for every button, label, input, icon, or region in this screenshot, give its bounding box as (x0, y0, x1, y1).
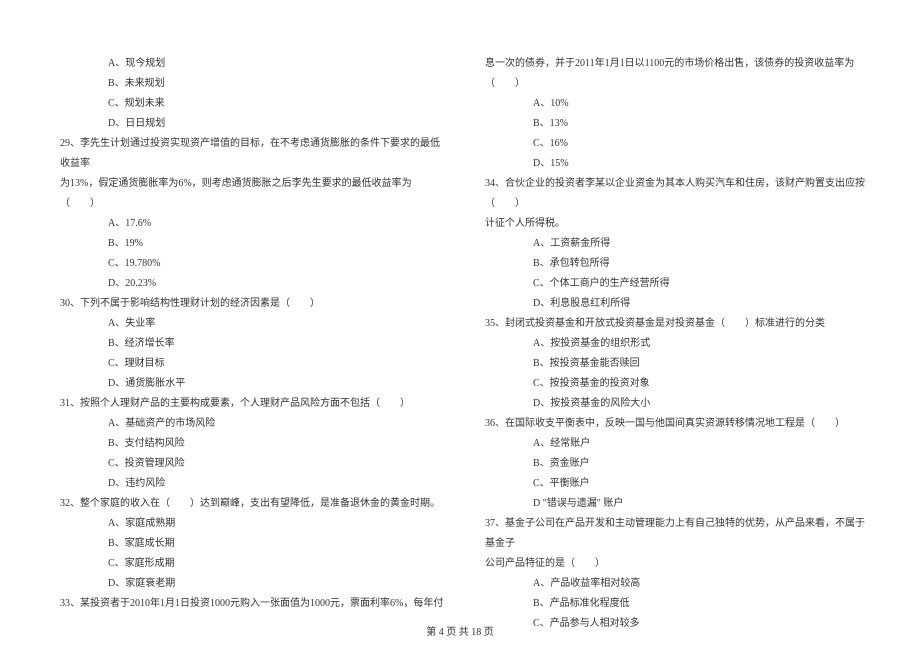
q36-line: 36、在国际收支平衡表中，反映一国与他国间真实资源转移情况地工程是（ ） (485, 414, 870, 434)
q30-line: 30、下列不属于影响结构性理财计划的经济因素是（ ） (60, 294, 445, 314)
q29-option-a: A、17.6% (60, 214, 445, 234)
q29-line1: 29、李先生计划通过投资实现资产增值的目标，在不考虑通货膨胀的条件下要求的最低收… (60, 134, 445, 174)
q35-line: 35、封闭式投资基金和开放式投资基金是对投资基金（ ）标准进行的分类 (485, 314, 870, 334)
q30-option-c: C、理财目标 (60, 354, 445, 374)
q36-option-b: B、资金账户 (485, 454, 870, 474)
q31-option-c: C、投资管理风险 (60, 454, 445, 474)
q31-option-d: D、违约风险 (60, 474, 445, 494)
q36-option-c: C、平衡账户 (485, 474, 870, 494)
q33-option-b: B、13% (485, 114, 870, 134)
q33-option-d: D、15% (485, 154, 870, 174)
q31-line: 31、按照个人理财产品的主要构成要素，个人理财产品风险方面不包括（ ） (60, 394, 445, 414)
q28-option-b: B、未来规划 (60, 74, 445, 94)
q34-option-d: D、利息股息红利所得 (485, 294, 870, 314)
q28-option-c: C、规划未来 (60, 94, 445, 114)
q33-option-a: A、10% (485, 94, 870, 114)
q31-option-a: A、基础资产的市场风险 (60, 414, 445, 434)
q35-option-a: A、按投资基金的组织形式 (485, 334, 870, 354)
q33-cont: 息一次的债券，并于2011年1月1日以1100元的市场价格出售，该债券的投资收益… (485, 54, 870, 94)
q29-option-c: C、19.780% (60, 254, 445, 274)
q31-option-b: B、支付结构风险 (60, 434, 445, 454)
q37-option-b: B、产品标准化程度低 (485, 594, 870, 614)
q34-line2: 计征个人所得税。 (485, 214, 870, 234)
q32-line: 32、整个家庭的收入在（ ）达到巅峰，支出有望降低，是准备退休金的黄金时期。 (60, 494, 445, 514)
q30-option-b: B、经济增长率 (60, 334, 445, 354)
q34-line1: 34、合伙企业的投资者李某以企业资金为其本人购买汽车和住房，该财产购置支出应按（… (485, 174, 870, 214)
q32-option-a: A、家庭成熟期 (60, 514, 445, 534)
q35-option-c: C、按投资基金的投资对象 (485, 374, 870, 394)
q32-option-c: C、家庭形成期 (60, 554, 445, 574)
q34-option-b: B、承包转包所得 (485, 254, 870, 274)
q32-option-b: B、家庭成长期 (60, 534, 445, 554)
q35-option-b: B、按投资基金能否赎回 (485, 354, 870, 374)
left-column: A、现今规划 B、未来规划 C、规划未来 D、日日规划 29、李先生计划通过投资… (60, 54, 465, 634)
q29-option-b: B、19% (60, 234, 445, 254)
q36-option-d: D "错误与遗漏" 账户 (485, 494, 870, 514)
q37-line1: 37、基金子公司在产品开发和主动管理能力上有自己独特的优势，从产品来看，不属于基… (485, 514, 870, 554)
page-footer: 第 4 页 共 18 页 (0, 623, 920, 638)
q28-option-d: D、日日规划 (60, 114, 445, 134)
right-column: 息一次的债券，并于2011年1月1日以1100元的市场价格出售，该债券的投资收益… (465, 54, 870, 634)
q29-option-d: D、20.23% (60, 274, 445, 294)
q36-option-a: A、经常账户 (485, 434, 870, 454)
q30-option-a: A、失业率 (60, 314, 445, 334)
q37-option-a: A、产品收益率相对较高 (485, 574, 870, 594)
q34-option-a: A、工资薪金所得 (485, 234, 870, 254)
q34-option-c: C、个体工商户的生产经营所得 (485, 274, 870, 294)
q37-line2: 公司产品特征的是（ ） (485, 554, 870, 574)
q28-option-a: A、现今规划 (60, 54, 445, 74)
q33-line: 33、某投资者于2010年1月1日投资1000元购入一张面值为1000元，票面利… (60, 594, 445, 614)
q35-option-d: D、按投资基金的风险大小 (485, 394, 870, 414)
q30-option-d: D、通货膨胀水平 (60, 374, 445, 394)
q33-option-c: C、16% (485, 134, 870, 154)
q32-option-d: D、家庭衰老期 (60, 574, 445, 594)
page-content: A、现今规划 B、未来规划 C、规划未来 D、日日规划 29、李先生计划通过投资… (0, 0, 920, 634)
q29-line2: 为13%，假定通货膨胀率为6%，则考虑通货膨胀之后李先生要求的最低收益率为（ ） (60, 174, 445, 214)
